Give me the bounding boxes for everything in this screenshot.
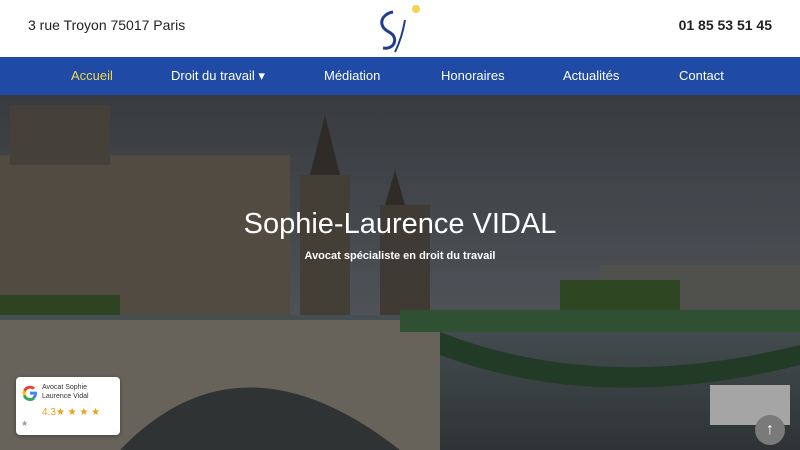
review-name: Avocat Sophie Laurence Vidal: [42, 384, 89, 400]
hero-subtitle: Avocat spécialiste en droit du travail: [304, 250, 496, 262]
nav-actualites[interactable]: Actualités: [563, 68, 619, 83]
nav-droit-du-travail[interactable]: Droit du travail ▾: [171, 68, 265, 84]
main-nav: Accueil Droit du travail ▾ Médiation Hon…: [0, 57, 800, 95]
hero-paris-image: [0, 95, 800, 450]
google-review-widget[interactable]: Avocat Sophie Laurence Vidal 4.3★ ★ ★ ★ …: [16, 377, 120, 435]
small-star-icon: ★: [21, 419, 29, 428]
review-rating: 4.3★ ★ ★ ★: [42, 407, 101, 418]
address-text: 3 rue Troyon 75017 Paris: [28, 17, 186, 33]
scroll-to-top-button[interactable]: ↑: [755, 415, 785, 445]
nav-accueil[interactable]: Accueil: [71, 68, 113, 83]
s-logo-icon[interactable]: [365, 2, 429, 56]
nav-mediation[interactable]: Médiation: [324, 68, 380, 83]
hero-banner: Sophie-Laurence VIDAL Avocat spécialiste…: [0, 95, 800, 450]
nav-contact[interactable]: Contact: [679, 68, 724, 83]
google-icon: [22, 385, 37, 401]
phone-number[interactable]: 01 85 53 51 45: [679, 17, 772, 33]
hero-title: Sophie-Laurence VIDAL: [243, 208, 557, 240]
nav-honoraires[interactable]: Honoraires: [441, 68, 505, 83]
top-header: 3 rue Troyon 75017 Paris 01 85 53 51 45: [0, 0, 800, 57]
